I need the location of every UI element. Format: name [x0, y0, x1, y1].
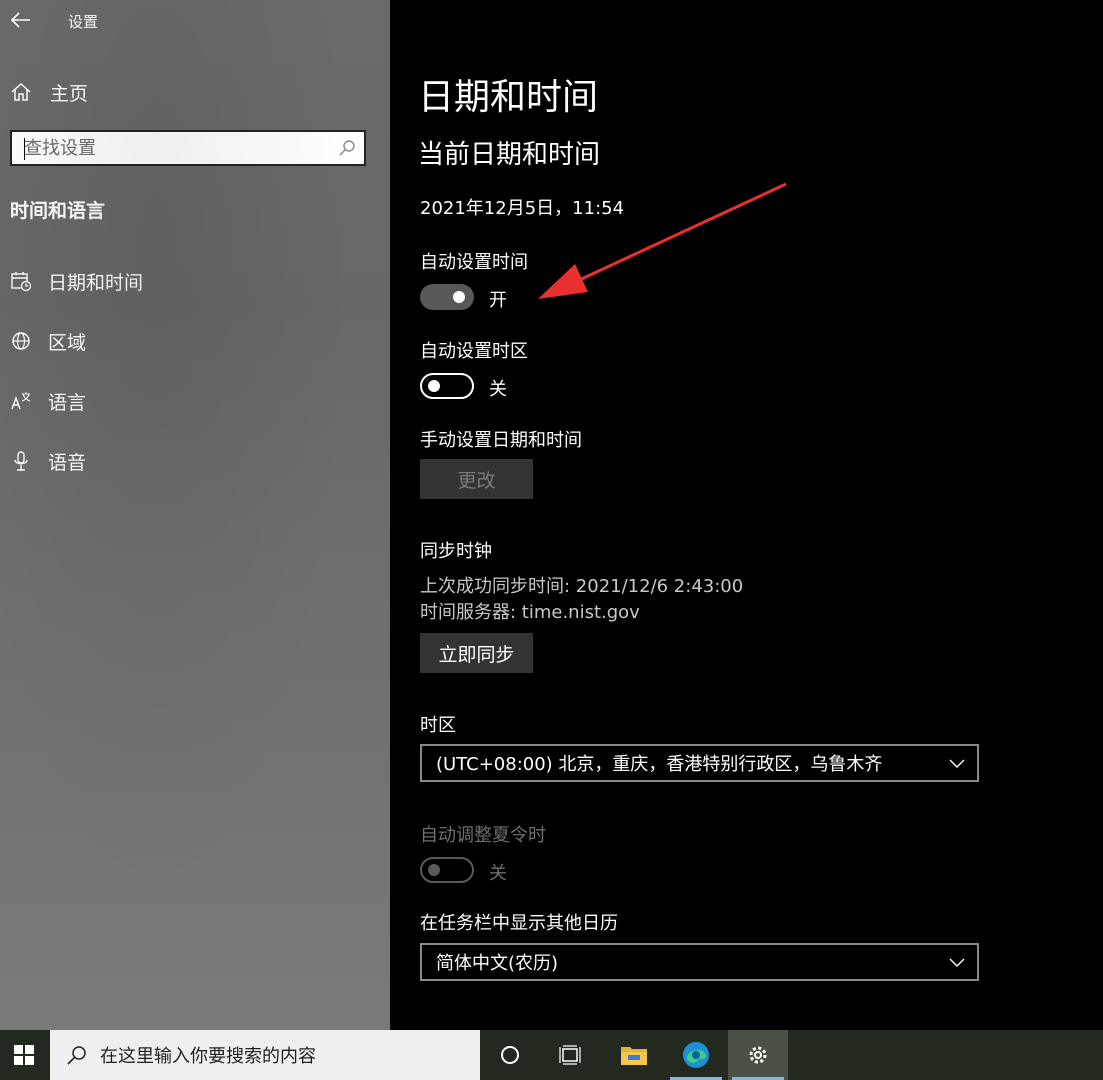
sidebar-item-date-time[interactable]: 日期和时间	[10, 266, 143, 296]
home-link[interactable]: 主页	[10, 78, 88, 106]
last-sync-time: 上次成功同步时间: 2021/12/6 2:43:00	[420, 576, 744, 597]
back-arrow-icon[interactable]	[10, 9, 32, 31]
calendar-dropdown[interactable]: 简体中文(农历)	[420, 943, 979, 981]
chevron-down-icon	[949, 759, 965, 768]
calendar-clock-icon	[11, 272, 32, 292]
settings-gear-icon	[749, 1046, 767, 1064]
edge-button[interactable]	[666, 1030, 726, 1080]
page-title: 日期和时间	[418, 77, 599, 118]
taskbar-search-box[interactable]: 在这里输入你要搜索的内容	[50, 1030, 480, 1080]
current-datetime-value: 2021年12月5日，11:54	[420, 198, 625, 219]
globe-icon	[12, 332, 30, 350]
search-icon[interactable]	[338, 139, 356, 157]
auto-time-label: 自动设置时间	[420, 252, 528, 273]
taskbar: 在这里输入你要搜索的内容	[0, 1030, 1103, 1080]
taskbar-search-placeholder: 在这里输入你要搜索的内容	[100, 1046, 316, 1067]
calendar-value: 简体中文(农历)	[436, 953, 559, 974]
chevron-down-icon	[949, 958, 965, 967]
search-icon	[67, 1046, 86, 1065]
change-button[interactable]: 更改	[420, 459, 533, 499]
sync-now-button[interactable]: 立即同步	[420, 633, 533, 673]
dst-state: 关	[489, 863, 507, 884]
auto-timezone-label: 自动设置时区	[420, 341, 528, 362]
calendar-label: 在任务栏中显示其他日历	[420, 913, 618, 934]
dst-label: 自动调整夏令时	[420, 825, 546, 846]
current-datetime-heading: 当前日期和时间	[418, 140, 601, 170]
title-bar: 设置	[0, 0, 390, 40]
sync-clock-label: 同步时钟	[420, 541, 492, 562]
sidebar-item-label: 区域	[48, 331, 87, 354]
toggle-knob	[453, 291, 465, 303]
sidebar-item-label: 语音	[48, 451, 87, 474]
sidebar-item-region[interactable]: 区域	[10, 326, 86, 356]
sidebar-item-label: 日期和时间	[48, 271, 144, 294]
toggle-knob	[428, 380, 440, 392]
start-button[interactable]	[0, 1030, 48, 1080]
home-label: 主页	[50, 82, 89, 105]
sidebar-item-label: 语言	[48, 391, 87, 414]
section-title: 时间和语言	[10, 200, 106, 222]
settings-button[interactable]	[728, 1030, 788, 1080]
search-settings-box[interactable]	[10, 130, 366, 166]
auto-time-toggle[interactable]	[420, 284, 474, 310]
time-server: 时间服务器: time.nist.gov	[420, 602, 640, 623]
edge-icon	[683, 1042, 709, 1068]
sidebar: 设置 主页 时间和语言 日期和时间 区域 语言 语音	[0, 0, 390, 1030]
sidebar-item-speech[interactable]: 语音	[10, 446, 86, 476]
toggle-knob	[428, 864, 440, 876]
file-explorer-button[interactable]	[604, 1030, 664, 1080]
timezone-dropdown[interactable]: (UTC+08:00) 北京，重庆，香港特别行政区，乌鲁木齐	[420, 744, 979, 782]
sidebar-item-language[interactable]: 语言	[10, 386, 86, 416]
language-icon	[11, 392, 31, 410]
timezone-label: 时区	[420, 715, 456, 736]
microphone-icon	[14, 451, 28, 471]
auto-time-state: 开	[489, 290, 507, 311]
home-icon	[11, 82, 31, 101]
timezone-value: (UTC+08:00) 北京，重庆，香港特别行政区，乌鲁木齐	[436, 754, 883, 775]
file-explorer-icon	[621, 1047, 647, 1065]
app-title: 设置	[68, 13, 99, 31]
manual-datetime-label: 手动设置日期和时间	[420, 430, 582, 451]
windows-start-icon	[14, 1045, 34, 1065]
cortana-button[interactable]	[480, 1030, 540, 1080]
search-input[interactable]	[24, 136, 324, 160]
dst-toggle[interactable]	[420, 857, 474, 883]
task-view-button[interactable]	[540, 1030, 600, 1080]
task-view-icon	[559, 1045, 581, 1065]
auto-timezone-state: 关	[489, 379, 507, 400]
cortana-icon	[501, 1046, 519, 1064]
auto-timezone-toggle[interactable]	[420, 373, 474, 399]
